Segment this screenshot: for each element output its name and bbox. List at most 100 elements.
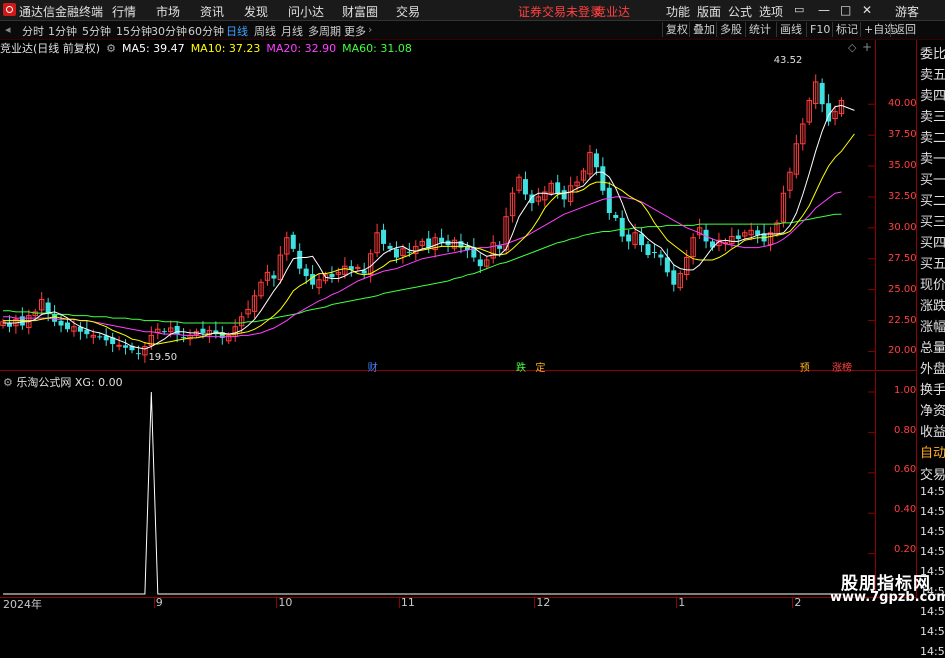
menu-shichang[interactable]: 市场 xyxy=(156,3,180,20)
candle-body xyxy=(271,275,277,279)
kline-chart[interactable] xyxy=(0,56,875,370)
indicator-axis: 1.00 0.80 0.60 0.40 0.20 xyxy=(876,372,916,597)
menu-wenxiaoda[interactable]: 问小达 xyxy=(288,3,324,20)
menu-jiaoyi[interactable]: 交易 xyxy=(396,3,420,20)
menu-xuanxiang[interactable]: 选项 xyxy=(759,3,783,20)
candle-body xyxy=(613,214,619,218)
side-item-20[interactable]: 交易 xyxy=(920,464,945,483)
menu-bar: 通达信金融终端 行情 市场 资讯 发现 问小达 财富圈 交易 证券交易未登录 竞… xyxy=(0,0,945,21)
login-notice[interactable]: 证券交易未登录 xyxy=(518,3,602,20)
ma60-line xyxy=(3,213,842,324)
ma10-value: MA10: 37.23 xyxy=(190,42,261,55)
period-weekly[interactable]: 周线 xyxy=(254,23,276,39)
price-tick: 22.50 xyxy=(888,314,917,326)
side-item-21[interactable]: 14:56 xyxy=(920,485,945,498)
side-item-7[interactable]: 买二 xyxy=(920,190,945,209)
candle-body xyxy=(600,166,606,191)
more-chevron-icon[interactable]: › xyxy=(368,23,372,36)
side-item-0[interactable]: 委比 xyxy=(920,43,945,62)
side-item-3[interactable]: 卖三 xyxy=(920,106,945,125)
candle-body xyxy=(426,238,432,248)
period-30min[interactable]: 30分钟 xyxy=(151,23,187,39)
side-item-13[interactable]: 涨幅 xyxy=(920,316,945,335)
candle-body xyxy=(45,302,51,314)
xg-signal-line xyxy=(3,391,842,595)
candle-body xyxy=(606,187,612,213)
side-item-23[interactable]: 14:56 xyxy=(920,525,945,538)
period-multi[interactable]: 多周期 xyxy=(308,23,341,39)
side-item-24[interactable]: 14:56 xyxy=(920,545,945,558)
side-item-6[interactable]: 买一 xyxy=(920,169,945,188)
price-tick: 37.50 xyxy=(888,129,917,141)
btn-duogu[interactable]: 多股 xyxy=(716,22,745,37)
indicator-chart[interactable] xyxy=(0,372,875,597)
period-daily[interactable]: 日线 xyxy=(226,23,248,39)
compact-mode-icon[interactable]: ▭ xyxy=(794,3,804,16)
period-15min[interactable]: 15分钟 xyxy=(116,23,152,39)
candle-body xyxy=(297,250,303,269)
candle-body xyxy=(664,257,670,273)
candle-body xyxy=(658,254,664,258)
menu-gongshi[interactable]: 公式 xyxy=(728,3,752,20)
candle-body xyxy=(290,234,296,249)
period-fenshi[interactable]: 分时 xyxy=(22,23,44,39)
stock-period-label: 竞业达(日线 前复权) xyxy=(0,42,101,55)
collapse-icon[interactable]: ◂ xyxy=(5,23,11,36)
candle-body xyxy=(65,322,70,330)
btn-f10[interactable]: F10 xyxy=(806,22,833,37)
time-tick: 12 xyxy=(536,596,551,609)
side-item-19[interactable]: 自动 xyxy=(920,442,945,461)
side-item-29[interactable]: 14:56 xyxy=(920,645,945,658)
menu-zixun[interactable]: 资讯 xyxy=(200,3,224,20)
minimize-icon[interactable]: — xyxy=(818,3,830,17)
period-monthly[interactable]: 月线 xyxy=(281,23,303,39)
side-item-16[interactable]: 换手 xyxy=(920,379,945,398)
period-5min[interactable]: 5分钟 xyxy=(82,23,111,39)
menu-gongneng[interactable]: 功能 xyxy=(666,3,690,20)
btn-diejia[interactable]: 叠加 xyxy=(689,22,718,37)
menu-hangqing[interactable]: 行情 xyxy=(112,3,136,20)
period-60min[interactable]: 60分钟 xyxy=(188,23,224,39)
btn-biaoji[interactable]: 标记 xyxy=(832,22,861,37)
close-icon[interactable]: ✕ xyxy=(862,3,872,17)
side-item-12[interactable]: 涨跌 xyxy=(920,295,945,314)
menu-faxian[interactable]: 发现 xyxy=(244,3,268,20)
candle-body xyxy=(181,337,187,339)
period-toolbar: ◂ 分时 1分钟 5分钟 15分钟 30分钟 60分钟 日线 周线 月线 多周期… xyxy=(0,21,945,40)
menu-banmian[interactable]: 版面 xyxy=(697,3,721,20)
side-item-18[interactable]: 收益 xyxy=(920,421,945,440)
side-item-11[interactable]: 现价 xyxy=(920,274,945,293)
side-item-10[interactable]: 买五 xyxy=(920,253,945,272)
side-item-28[interactable]: 14:56 xyxy=(920,625,945,638)
side-item-2[interactable]: 卖四 xyxy=(920,85,945,104)
ma5-value: MA5: 39.47 xyxy=(121,42,185,55)
candle-body xyxy=(116,344,122,347)
candle-body xyxy=(639,233,645,246)
side-item-22[interactable]: 14:56 xyxy=(920,505,945,518)
side-item-5[interactable]: 卖一 xyxy=(920,148,945,167)
side-item-1[interactable]: 卖五 xyxy=(920,64,945,83)
side-item-15[interactable]: 外盘 xyxy=(920,358,945,377)
candle-body xyxy=(200,328,206,333)
side-item-8[interactable]: 买三 xyxy=(920,211,945,230)
period-1min[interactable]: 1分钟 xyxy=(48,23,77,39)
maximize-icon[interactable]: □ xyxy=(840,3,851,17)
menu-caifuquan[interactable]: 财富圈 xyxy=(342,3,378,20)
price-tick: 32.50 xyxy=(888,190,917,202)
time-tick-mark xyxy=(276,598,278,608)
diamond-icon[interactable]: ◇ xyxy=(848,41,856,54)
time-tick-mark xyxy=(792,598,794,608)
settings-gear-icon[interactable]: ⚙ xyxy=(106,42,116,55)
side-item-4[interactable]: 卖二 xyxy=(920,127,945,146)
plus-icon[interactable]: + xyxy=(862,40,872,54)
watermark-url: www.7gpzb.com xyxy=(830,590,945,605)
side-item-14[interactable]: 总量 xyxy=(920,337,945,356)
period-more[interactable]: 更多 xyxy=(344,23,366,39)
side-item-17[interactable]: 净资 xyxy=(920,400,945,419)
side-item-9[interactable]: 买四 xyxy=(920,232,945,251)
btn-fuquan[interactable]: 复权 xyxy=(662,22,691,37)
btn-huaxian[interactable]: 画线 xyxy=(776,22,805,37)
candle-body xyxy=(819,82,825,105)
indicator-tick: 0.20 xyxy=(894,544,917,555)
btn-tongji[interactable]: 统计 xyxy=(745,22,774,37)
